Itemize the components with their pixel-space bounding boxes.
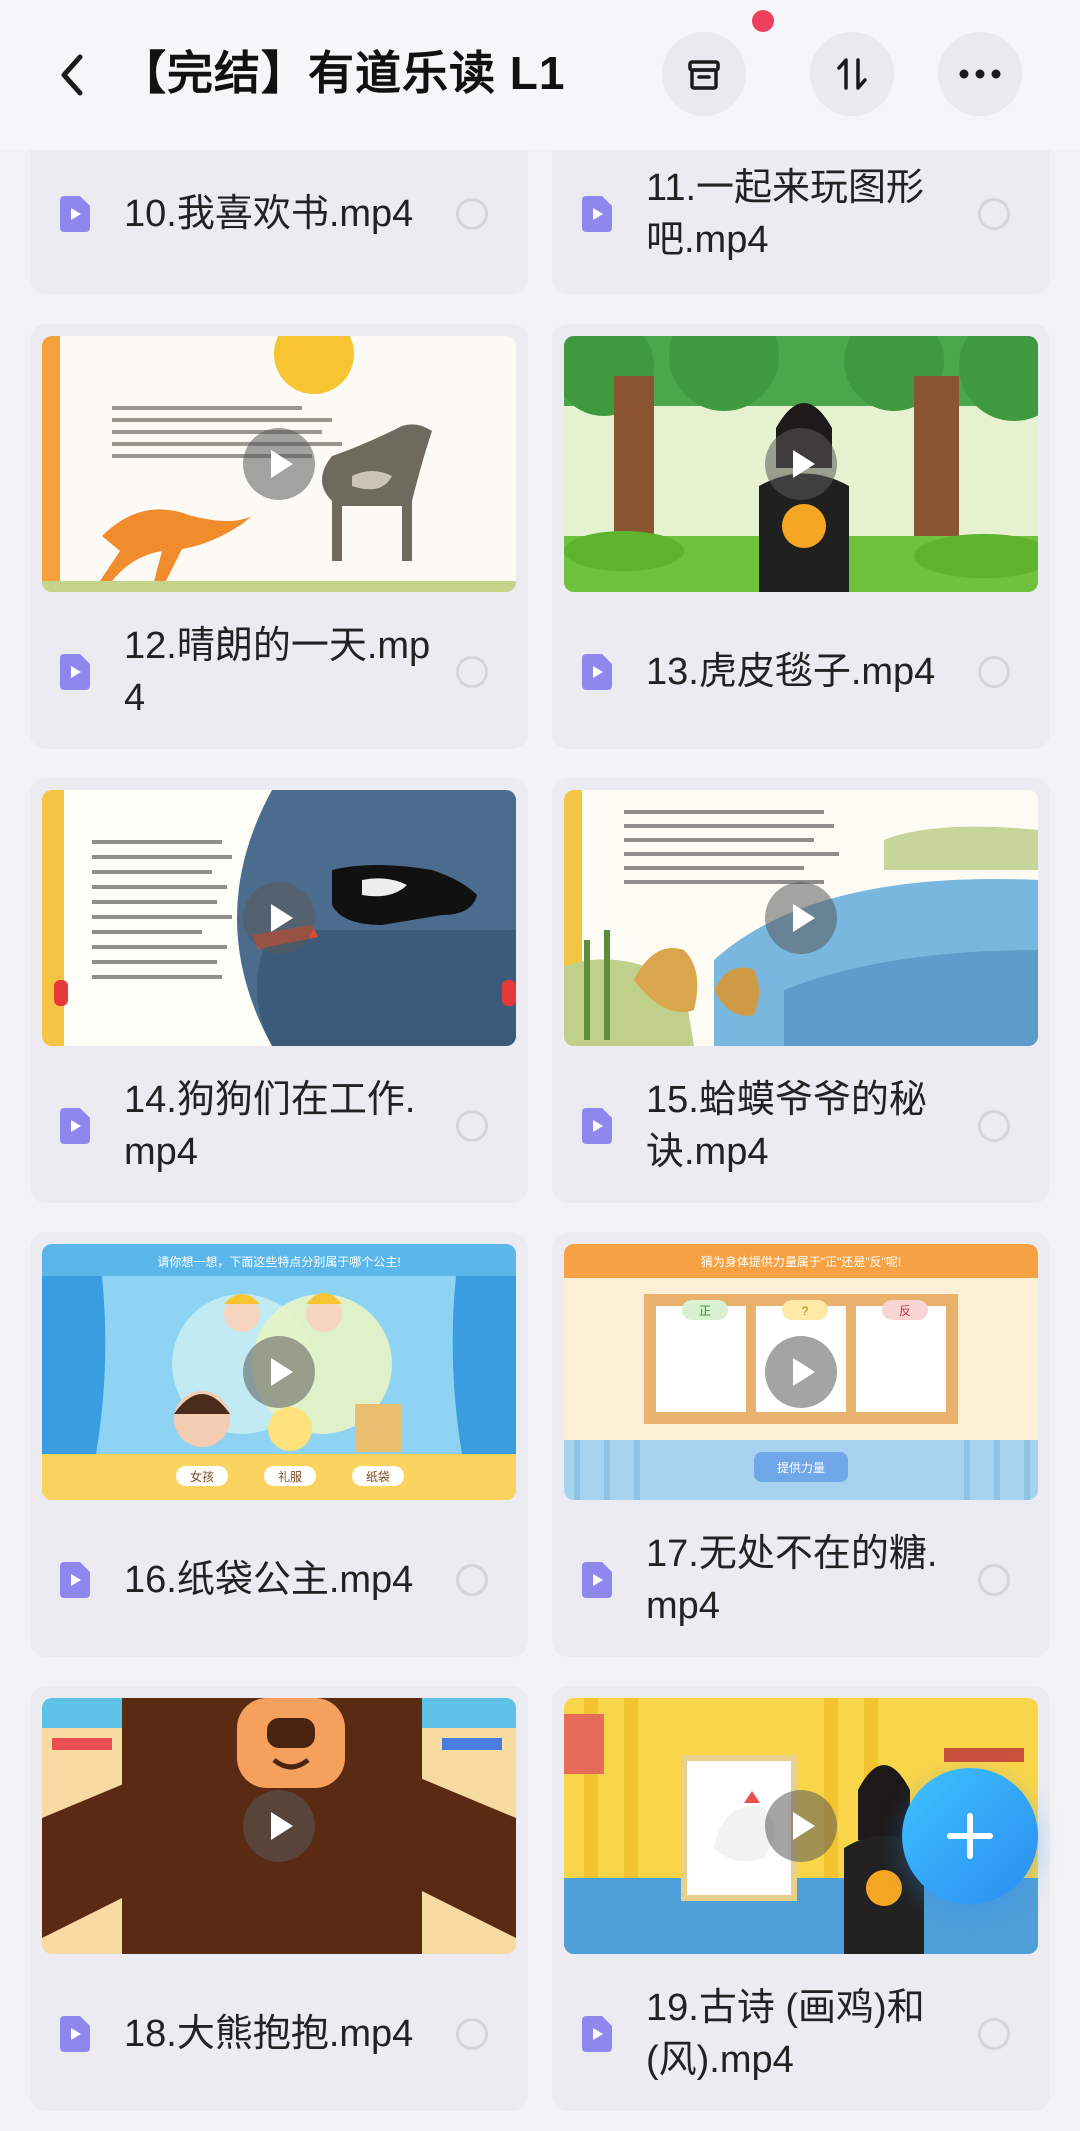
top-bar: 【完结】有道乐读 L1 — [0, 0, 1080, 150]
file-name: 19.古诗 (画鸡)和(风).mp4 — [646, 1987, 925, 2081]
more-button[interactable] — [938, 32, 1022, 116]
play-icon[interactable] — [243, 428, 315, 500]
select-radio[interactable] — [456, 198, 488, 230]
video-file-icon — [60, 196, 90, 232]
thumbnail-label: 提供力量 — [777, 1460, 825, 1475]
file-row: 17.无处不在的糖.mp4 — [552, 1500, 1050, 1657]
select-radio[interactable] — [978, 1564, 1010, 1596]
file-name: 11.一起来玩图形吧.mp4 — [646, 167, 925, 261]
sort-icon — [837, 58, 867, 90]
file-row: 16.纸袋公主.mp4 — [30, 1500, 528, 1657]
file-card[interactable]: 猜为身体提供力量属于"正"还是"反"呢! 正 ? 反 提供力量 17.无处不在的… — [552, 1232, 1050, 1657]
file-row: 15.蛤蟆爷爷的秘诀.mp4 — [552, 1046, 1050, 1203]
file-card[interactable]: 12.晴朗的一天.mp4 — [30, 324, 528, 749]
play-icon[interactable] — [243, 1790, 315, 1862]
file-card[interactable]: 14.狗狗们在工作.mp4 — [30, 778, 528, 1203]
select-radio[interactable] — [456, 1564, 488, 1596]
video-file-icon — [60, 1108, 90, 1144]
video-file-icon — [60, 1562, 90, 1598]
select-radio[interactable] — [978, 2018, 1010, 2050]
file-row: 13.虎皮毯子.mp4 — [552, 592, 1050, 749]
app-screen: 10.我喜欢书.mp4 11.一起来玩图形吧.mp4 12.晴朗的一天.mp4 … — [0, 0, 1080, 2131]
thumbnail-banner-text: 猜为身体提供力量属于"正"还是"反"呢! — [701, 1254, 901, 1269]
select-radio[interactable] — [978, 656, 1010, 688]
file-name: 16.纸袋公主.mp4 — [124, 1559, 414, 1601]
play-icon[interactable] — [243, 1336, 315, 1408]
file-card[interactable]: 10.我喜欢书.mp4 — [30, 150, 528, 294]
thumbnail-label: 正 — [699, 1304, 711, 1318]
file-row: 10.我喜欢书.mp4 — [30, 150, 528, 294]
file-card[interactable]: 18.大熊抱抱.mp4 — [30, 1686, 528, 2111]
thumbnail-label: 女孩 — [190, 1469, 214, 1484]
play-icon[interactable] — [765, 428, 837, 500]
select-radio[interactable] — [978, 1110, 1010, 1142]
more-icon — [959, 69, 1001, 79]
video-file-icon — [60, 654, 90, 690]
select-radio[interactable] — [978, 198, 1010, 230]
video-thumbnail[interactable] — [42, 790, 516, 1046]
video-file-icon — [582, 1108, 612, 1144]
select-radio[interactable] — [456, 1110, 488, 1142]
file-row: 19.古诗 (画鸡)和(风).mp4 — [552, 1954, 1050, 2111]
file-name: 15.蛤蟆爷爷的秘诀.mp4 — [646, 1079, 927, 1173]
file-name: 13.虎皮毯子.mp4 — [646, 651, 936, 693]
file-card[interactable]: 13.虎皮毯子.mp4 — [552, 324, 1050, 749]
video-thumbnail[interactable] — [42, 336, 516, 592]
notification-dot — [752, 10, 774, 32]
page-title: 【完结】有道乐读 L1 — [120, 47, 566, 99]
video-thumbnail[interactable]: 猜为身体提供力量属于"正"还是"反"呢! 正 ? 反 提供力量 — [564, 1244, 1038, 1500]
file-name: 12.晴朗的一天.mp4 — [124, 625, 431, 719]
video-thumbnail[interactable] — [564, 790, 1038, 1046]
file-name: 18.大熊抱抱.mp4 — [124, 2013, 414, 2055]
video-thumbnail[interactable] — [42, 1698, 516, 1954]
file-name: 17.无处不在的糖.mp4 — [646, 1533, 938, 1627]
add-button[interactable] — [902, 1768, 1038, 1904]
video-thumbnail[interactable]: 请你想一想，下面这些特点分别属于哪个公主! 女孩 礼服 纸袋 — [42, 1244, 516, 1500]
file-name: 14.狗狗们在工作.mp4 — [124, 1079, 416, 1173]
video-file-icon — [582, 2016, 612, 2052]
file-card[interactable]: 15.蛤蟆爷爷的秘诀.mp4 — [552, 778, 1050, 1203]
thumbnail-label: 礼服 — [278, 1469, 302, 1484]
video-thumbnail[interactable] — [564, 336, 1038, 592]
archive-icon — [688, 60, 720, 90]
thumbnail-label: 反 — [899, 1304, 911, 1318]
file-name: 10.我喜欢书.mp4 — [124, 193, 414, 235]
video-file-icon — [60, 2016, 90, 2052]
thumbnail-label: 纸袋 — [366, 1470, 390, 1484]
thumbnail-banner-text: 请你想一想，下面这些特点分别属于哪个公主! — [157, 1254, 400, 1269]
select-radio[interactable] — [456, 2018, 488, 2050]
video-file-icon — [582, 196, 612, 232]
video-file-icon — [582, 1562, 612, 1598]
video-file-icon — [582, 654, 612, 690]
file-card[interactable]: 11.一起来玩图形吧.mp4 — [552, 150, 1050, 294]
back-button[interactable] — [45, 42, 97, 108]
play-icon[interactable] — [243, 882, 315, 954]
thumbnail-label: ? — [802, 1304, 809, 1318]
file-row: 11.一起来玩图形吧.mp4 — [552, 150, 1050, 294]
plus-icon — [947, 1813, 993, 1859]
sort-button[interactable] — [810, 32, 894, 116]
chevron-left-icon — [61, 54, 83, 96]
play-icon[interactable] — [765, 1336, 837, 1408]
file-card[interactable]: 请你想一想，下面这些特点分别属于哪个公主! 女孩 礼服 纸袋 16.纸袋公主.m… — [30, 1232, 528, 1657]
archive-button[interactable] — [662, 32, 746, 116]
file-row: 18.大熊抱抱.mp4 — [30, 1954, 528, 2111]
file-row: 14.狗狗们在工作.mp4 — [30, 1046, 528, 1203]
select-radio[interactable] — [456, 656, 488, 688]
play-icon[interactable] — [765, 1790, 837, 1862]
file-row: 12.晴朗的一天.mp4 — [30, 592, 528, 749]
play-icon[interactable] — [765, 882, 837, 954]
